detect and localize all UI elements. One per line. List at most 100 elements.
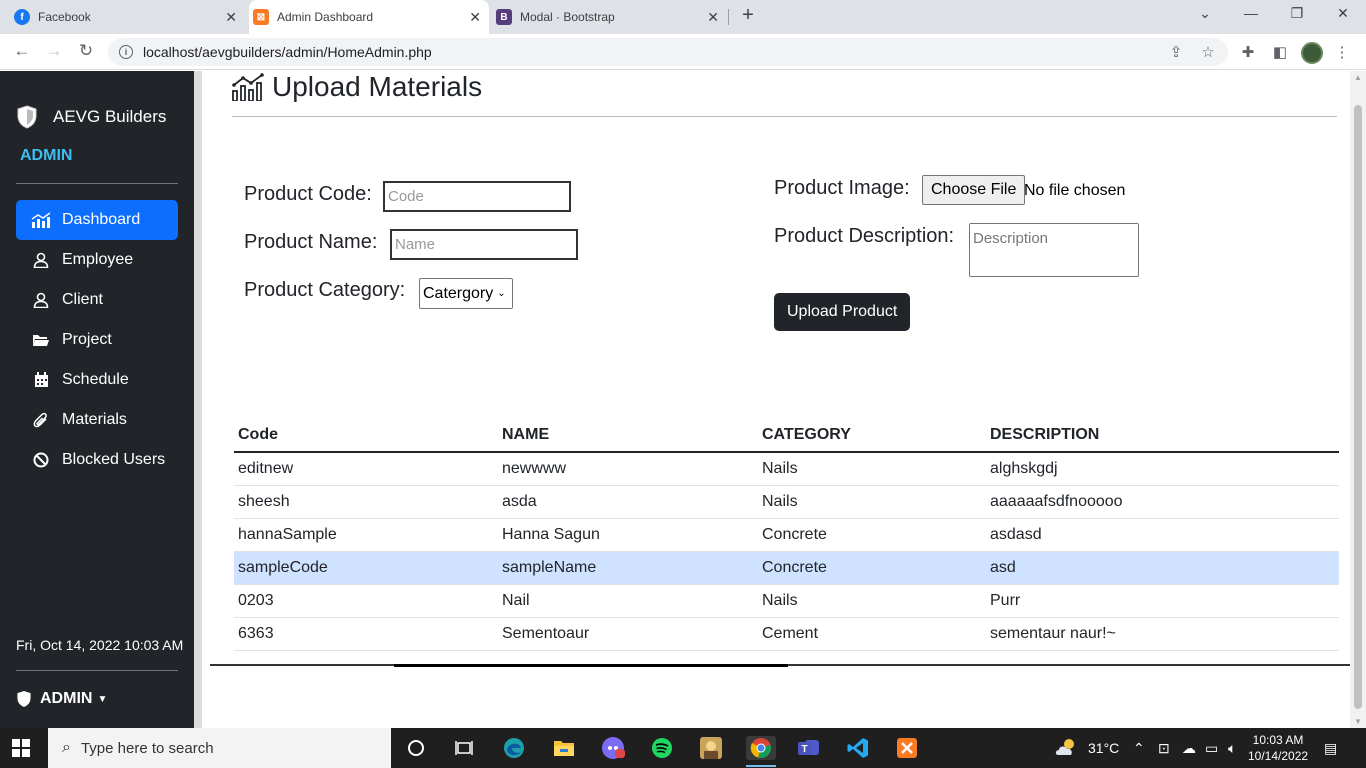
user-menu-label: ADMIN xyxy=(40,690,93,707)
product-image-label: Product Image: xyxy=(774,177,910,199)
new-tab-icon[interactable]: + xyxy=(736,4,760,27)
divider xyxy=(232,116,1337,117)
device-icon[interactable]: ⊡ xyxy=(1158,740,1170,757)
role-title: ADMIN xyxy=(20,147,73,164)
discord-icon[interactable] xyxy=(601,736,625,760)
choose-file-button[interactable]: Choose File xyxy=(922,175,1026,205)
product-name-input[interactable]: Name xyxy=(390,229,578,260)
menu-icon[interactable]: ⋮ xyxy=(1332,43,1352,61)
table-row-highlighted[interactable]: sampleCode sampleName Concrete asd xyxy=(234,551,1339,585)
temperature-text: 31°C xyxy=(1088,740,1120,756)
cell-name: sampleName xyxy=(498,551,758,585)
chevron-down-icon[interactable]: ⌄ xyxy=(1193,5,1217,22)
vscode-icon[interactable] xyxy=(846,736,870,760)
scrollbar-thumb[interactable] xyxy=(1354,105,1362,709)
column-header-name: NAME xyxy=(498,419,758,453)
weather-icon[interactable] xyxy=(1054,736,1080,761)
cell-description: asdasd xyxy=(986,518,1339,552)
cell-code: 0203 xyxy=(234,584,498,618)
upload-product-button[interactable]: Upload Product xyxy=(774,293,911,331)
taskbar-search-placeholder: Type here to search xyxy=(80,739,214,757)
product-category-select[interactable]: Catergory ⌄ xyxy=(419,278,513,309)
forward-icon[interactable]: → xyxy=(42,41,66,61)
table-row[interactable]: hannaSample Hanna Sagun Concrete asdasd xyxy=(234,518,1339,552)
table-row[interactable]: 6363 Sementoaur Cement sementaur naur!~ xyxy=(234,617,1339,651)
cell-name: Nail xyxy=(498,584,758,618)
brand[interactable]: AEVG Builders xyxy=(16,105,166,129)
game-icon[interactable] xyxy=(699,736,723,760)
calendar-icon xyxy=(30,372,52,388)
sidebar-item-dashboard[interactable]: Dashboard xyxy=(16,200,178,240)
sidebar-item-project[interactable]: Project xyxy=(16,320,178,360)
tab-facebook[interactable]: f Facebook ✕ xyxy=(10,0,245,34)
product-code-input[interactable]: Code xyxy=(383,181,571,212)
sidebar-item-client[interactable]: Client xyxy=(16,280,178,320)
table-row[interactable]: 0203 Nail Nails Purr xyxy=(234,584,1339,618)
profile-avatar[interactable] xyxy=(1301,42,1323,64)
person-icon xyxy=(30,252,52,268)
cell-category: Concrete xyxy=(758,551,986,585)
sidebar-item-label: Materials xyxy=(62,411,127,428)
taskbar-clock[interactable]: 10:03 AM 10/14/2022 xyxy=(1248,732,1308,764)
table-row[interactable]: editnew newwww Nails alghskgdj xyxy=(234,452,1339,486)
chrome-icon[interactable] xyxy=(746,736,776,760)
scroll-up-icon[interactable]: ▲ xyxy=(1354,73,1362,82)
sidebar-item-blocked-users[interactable]: Blocked Users xyxy=(16,440,178,480)
xampp-icon[interactable] xyxy=(895,736,919,760)
user-menu-dropdown[interactable]: ADMIN ▼ xyxy=(16,690,107,708)
side-panel-icon[interactable]: ◧ xyxy=(1270,43,1290,61)
page-title: Upload Materials xyxy=(232,71,482,103)
file-explorer-icon[interactable] xyxy=(552,736,576,760)
chevron-up-icon[interactable]: ⌃ xyxy=(1133,740,1145,757)
product-description-textarea[interactable]: Description xyxy=(969,223,1139,277)
volume-icon[interactable]: 🔈︎ xyxy=(1228,740,1236,757)
task-view-icon[interactable] xyxy=(452,736,476,760)
share-icon[interactable]: ⇪ xyxy=(1166,43,1186,61)
person-icon xyxy=(30,292,52,308)
extensions-icon[interactable]: ✚ xyxy=(1238,43,1258,61)
table-header-row: Code NAME CATEGORY DESCRIPTION xyxy=(234,419,1339,453)
cell-code: 6363 xyxy=(234,617,498,651)
clock-time: 10:03 AM xyxy=(1252,733,1304,747)
column-header-code: Code xyxy=(234,419,498,453)
product-description-label: Product Description: xyxy=(774,225,955,247)
product-name-label: Product Name: xyxy=(244,231,378,253)
minimize-icon[interactable]: — xyxy=(1239,5,1263,21)
sidebar-item-employee[interactable]: Employee xyxy=(16,240,178,280)
close-icon[interactable]: ✕ xyxy=(225,9,237,26)
page-scrollbar[interactable]: ▲ ▼ xyxy=(1350,71,1366,728)
notification-icon[interactable]: ▤ xyxy=(1324,740,1337,757)
cell-name: asda xyxy=(498,485,758,519)
spotify-icon[interactable] xyxy=(650,736,674,760)
cell-category: Nails xyxy=(758,584,986,618)
tab-admin-dashboard[interactable]: ⊠ Admin Dashboard ✕ xyxy=(249,0,489,34)
back-icon[interactable]: ← xyxy=(10,41,34,61)
tab-bootstrap[interactable]: B Modal · Bootstrap ✕ xyxy=(492,0,727,34)
star-icon[interactable]: ☆ xyxy=(1198,43,1218,61)
sidebar-item-schedule[interactable]: Schedule xyxy=(16,360,178,400)
network-icon[interactable]: ▭ xyxy=(1205,740,1218,757)
close-icon[interactable]: ✕ xyxy=(469,9,481,26)
reload-icon[interactable]: ↻ xyxy=(74,41,98,61)
sidebar-item-materials[interactable]: Materials xyxy=(16,400,178,440)
edge-icon[interactable] xyxy=(502,736,526,760)
sidebar: AEVG Builders ADMIN Dashboard Employee C… xyxy=(0,71,194,728)
sidebar-item-label: Project xyxy=(62,331,112,348)
cortana-icon[interactable] xyxy=(404,736,428,760)
bootstrap-icon: B xyxy=(496,9,512,25)
scroll-down-icon[interactable]: ▼ xyxy=(1354,717,1362,726)
close-icon[interactable]: ✕ xyxy=(707,9,719,26)
window-close-icon[interactable]: ✕ xyxy=(1331,5,1355,22)
teams-icon[interactable]: T xyxy=(797,736,821,760)
table-row[interactable]: sheesh asda Nails aaaaaafsdfnooooo xyxy=(234,485,1339,519)
tab-label: Facebook xyxy=(38,10,91,24)
cell-description: aaaaaafsdfnooooo xyxy=(986,485,1339,519)
cell-category: Nails xyxy=(758,485,986,519)
windows-start-icon[interactable] xyxy=(12,739,30,757)
taskbar-search-box[interactable]: ⌕ Type here to search xyxy=(48,728,391,768)
url-input[interactable]: i localhost/aevgbuilders/admin/HomeAdmin… xyxy=(108,38,1228,66)
windows-taskbar: ⌕ Type here to search T 31°C ⌃ ⊡ ☁ ▭ 🔈︎ xyxy=(0,728,1366,768)
restore-icon[interactable]: ❐ xyxy=(1285,5,1309,22)
info-icon[interactable]: i xyxy=(119,45,133,59)
onedrive-icon[interactable]: ☁ xyxy=(1182,740,1196,757)
